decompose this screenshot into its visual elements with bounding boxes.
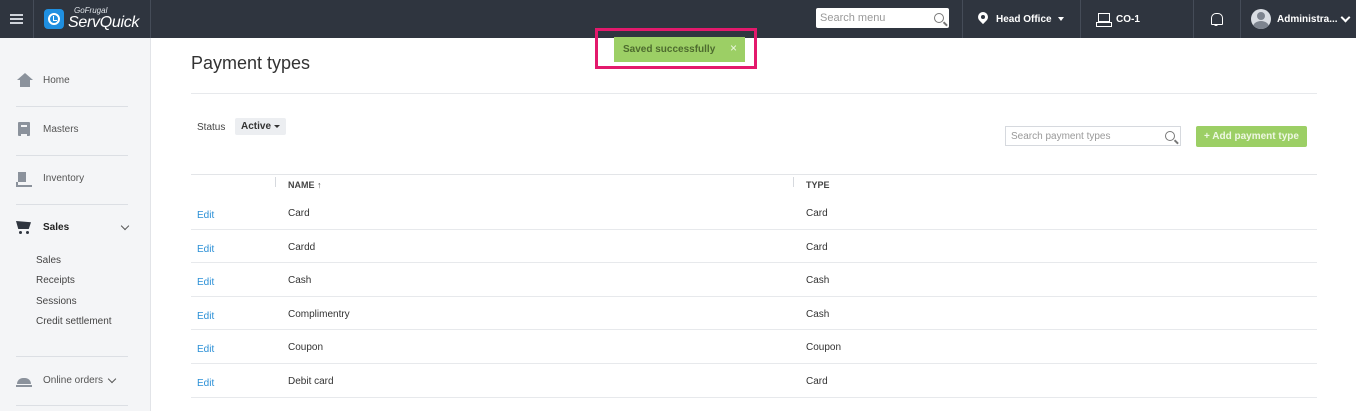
counter-selector[interactable]: CO-1: [1096, 0, 1140, 38]
chevron-down-icon: [1340, 12, 1351, 22]
sidebar-divider: [16, 204, 128, 205]
search-menu-input[interactable]: [820, 12, 930, 24]
status-dropdown[interactable]: Active: [235, 118, 287, 135]
column-header-type[interactable]: TYPE: [794, 180, 830, 190]
sidebar-divider: [16, 106, 128, 107]
sidebar-subitem-receipts[interactable]: Receipts: [36, 275, 75, 286]
table-row: Edit Coupon Coupon: [191, 330, 1317, 364]
status-label: Status: [197, 122, 226, 133]
sidebar-item-label: Online orders: [43, 375, 104, 386]
table-row: Edit Cash Cash: [191, 263, 1317, 297]
sidebar-item-online-orders[interactable]: Online orders: [16, 373, 128, 388]
edit-link[interactable]: Edit: [197, 344, 214, 355]
cell-type: Coupon: [806, 342, 842, 354]
masters-icon: [16, 122, 33, 137]
sidebar-item-label: Sales: [43, 222, 70, 233]
cell-type: Cash: [806, 308, 830, 320]
location-selector[interactable]: Head Office: [978, 0, 1064, 38]
cell-name: Debit card: [288, 375, 334, 387]
chevron-down-icon: [107, 374, 117, 384]
edit-link[interactable]: Edit: [197, 210, 214, 221]
divider: [1240, 0, 1241, 38]
cell-name: Cardd: [288, 241, 316, 253]
counter-label: CO-1: [1116, 13, 1140, 25]
table-header: NAME ↑ TYPE: [191, 174, 1317, 196]
cell-name: Complimentry: [288, 308, 350, 320]
column-header-name[interactable]: NAME ↑: [276, 180, 322, 190]
search-icon[interactable]: [934, 13, 944, 23]
sidebar-subitem-sales[interactable]: Sales: [36, 255, 61, 266]
computer-icon: [1096, 12, 1112, 27]
inventory-icon: [16, 171, 33, 187]
brand-logo[interactable]: GoFrugal ServQuick: [34, 0, 151, 38]
table-row: Edit Card Card: [191, 196, 1317, 230]
location-label: Head Office: [996, 13, 1052, 25]
sidebar-item-inventory[interactable]: Inventory: [16, 171, 128, 187]
sidebar-subitem-credit-settlement[interactable]: Credit settlement: [36, 316, 112, 327]
table-row: Edit Cardd Card: [191, 230, 1317, 264]
hamburger-icon: [10, 14, 23, 24]
cell-name: Card: [288, 208, 310, 219]
notifications-button[interactable]: [1210, 0, 1223, 38]
success-toast: Saved successfully ×: [614, 37, 745, 62]
cell-type: Cash: [806, 275, 830, 287]
sidebar-subitem-sessions[interactable]: Sessions: [36, 296, 77, 307]
search-payment-types-input[interactable]: [1011, 130, 1161, 142]
clock-logo-icon: [44, 9, 64, 29]
caret-down-icon: [1057, 17, 1064, 21]
sidebar: Home Masters Inventory Sales Sales Recei…: [0, 38, 151, 411]
search-menu-box: [816, 8, 949, 28]
cell-type: Card: [806, 208, 828, 219]
cart-icon: [16, 220, 33, 235]
sidebar-item-home[interactable]: Home: [16, 73, 128, 88]
home-icon: [16, 73, 33, 88]
cell-type: Card: [806, 375, 828, 387]
avatar: [1251, 9, 1271, 29]
online-orders-icon: [16, 373, 33, 388]
cell-name: Cash: [288, 275, 312, 287]
cell-type: Card: [806, 241, 828, 253]
table-row: Edit Complimentry Cash: [191, 297, 1317, 331]
title-divider: [191, 93, 1317, 94]
sidebar-divider: [16, 405, 128, 406]
status-value: Active: [241, 121, 272, 132]
sidebar-item-sales[interactable]: Sales: [16, 220, 130, 235]
divider: [1080, 0, 1081, 38]
payment-types-table: NAME ↑ TYPE Edit Card Card Edit Cardd Card Edi…: [191, 174, 1317, 398]
search-payment-types-box: [1005, 126, 1181, 146]
sidebar-item-masters[interactable]: Masters: [16, 122, 128, 137]
edit-link[interactable]: Edit: [197, 277, 214, 288]
edit-link[interactable]: Edit: [197, 378, 214, 389]
close-icon[interactable]: ×: [730, 41, 737, 55]
user-name: Administra...: [1277, 13, 1338, 25]
table-row: Edit Debit card Card: [191, 364, 1317, 398]
location-pin-icon: [978, 12, 988, 26]
chevron-down-icon: [120, 221, 130, 231]
divider: [1193, 0, 1194, 38]
divider: [962, 0, 963, 38]
sidebar-item-label: Inventory: [43, 173, 85, 184]
cell-name: Coupon: [288, 342, 324, 354]
sidebar-item-label: Masters: [43, 124, 79, 135]
search-icon[interactable]: [1165, 131, 1175, 141]
sidebar-divider: [16, 356, 128, 357]
add-payment-type-button[interactable]: + Add payment type: [1196, 126, 1307, 147]
sidebar-item-label: Home: [43, 75, 70, 86]
edit-link[interactable]: Edit: [197, 244, 214, 255]
edit-link[interactable]: Edit: [197, 311, 214, 322]
user-menu[interactable]: Administra...: [1251, 0, 1351, 38]
page-title: Payment types: [191, 53, 311, 73]
bell-icon: [1210, 12, 1223, 26]
menu-toggle-button[interactable]: [0, 0, 34, 38]
caret-down-icon: [274, 125, 281, 128]
brand-name: ServQuick: [68, 14, 140, 31]
sidebar-divider: [16, 155, 128, 156]
toast-message: Saved successfully: [623, 44, 716, 55]
